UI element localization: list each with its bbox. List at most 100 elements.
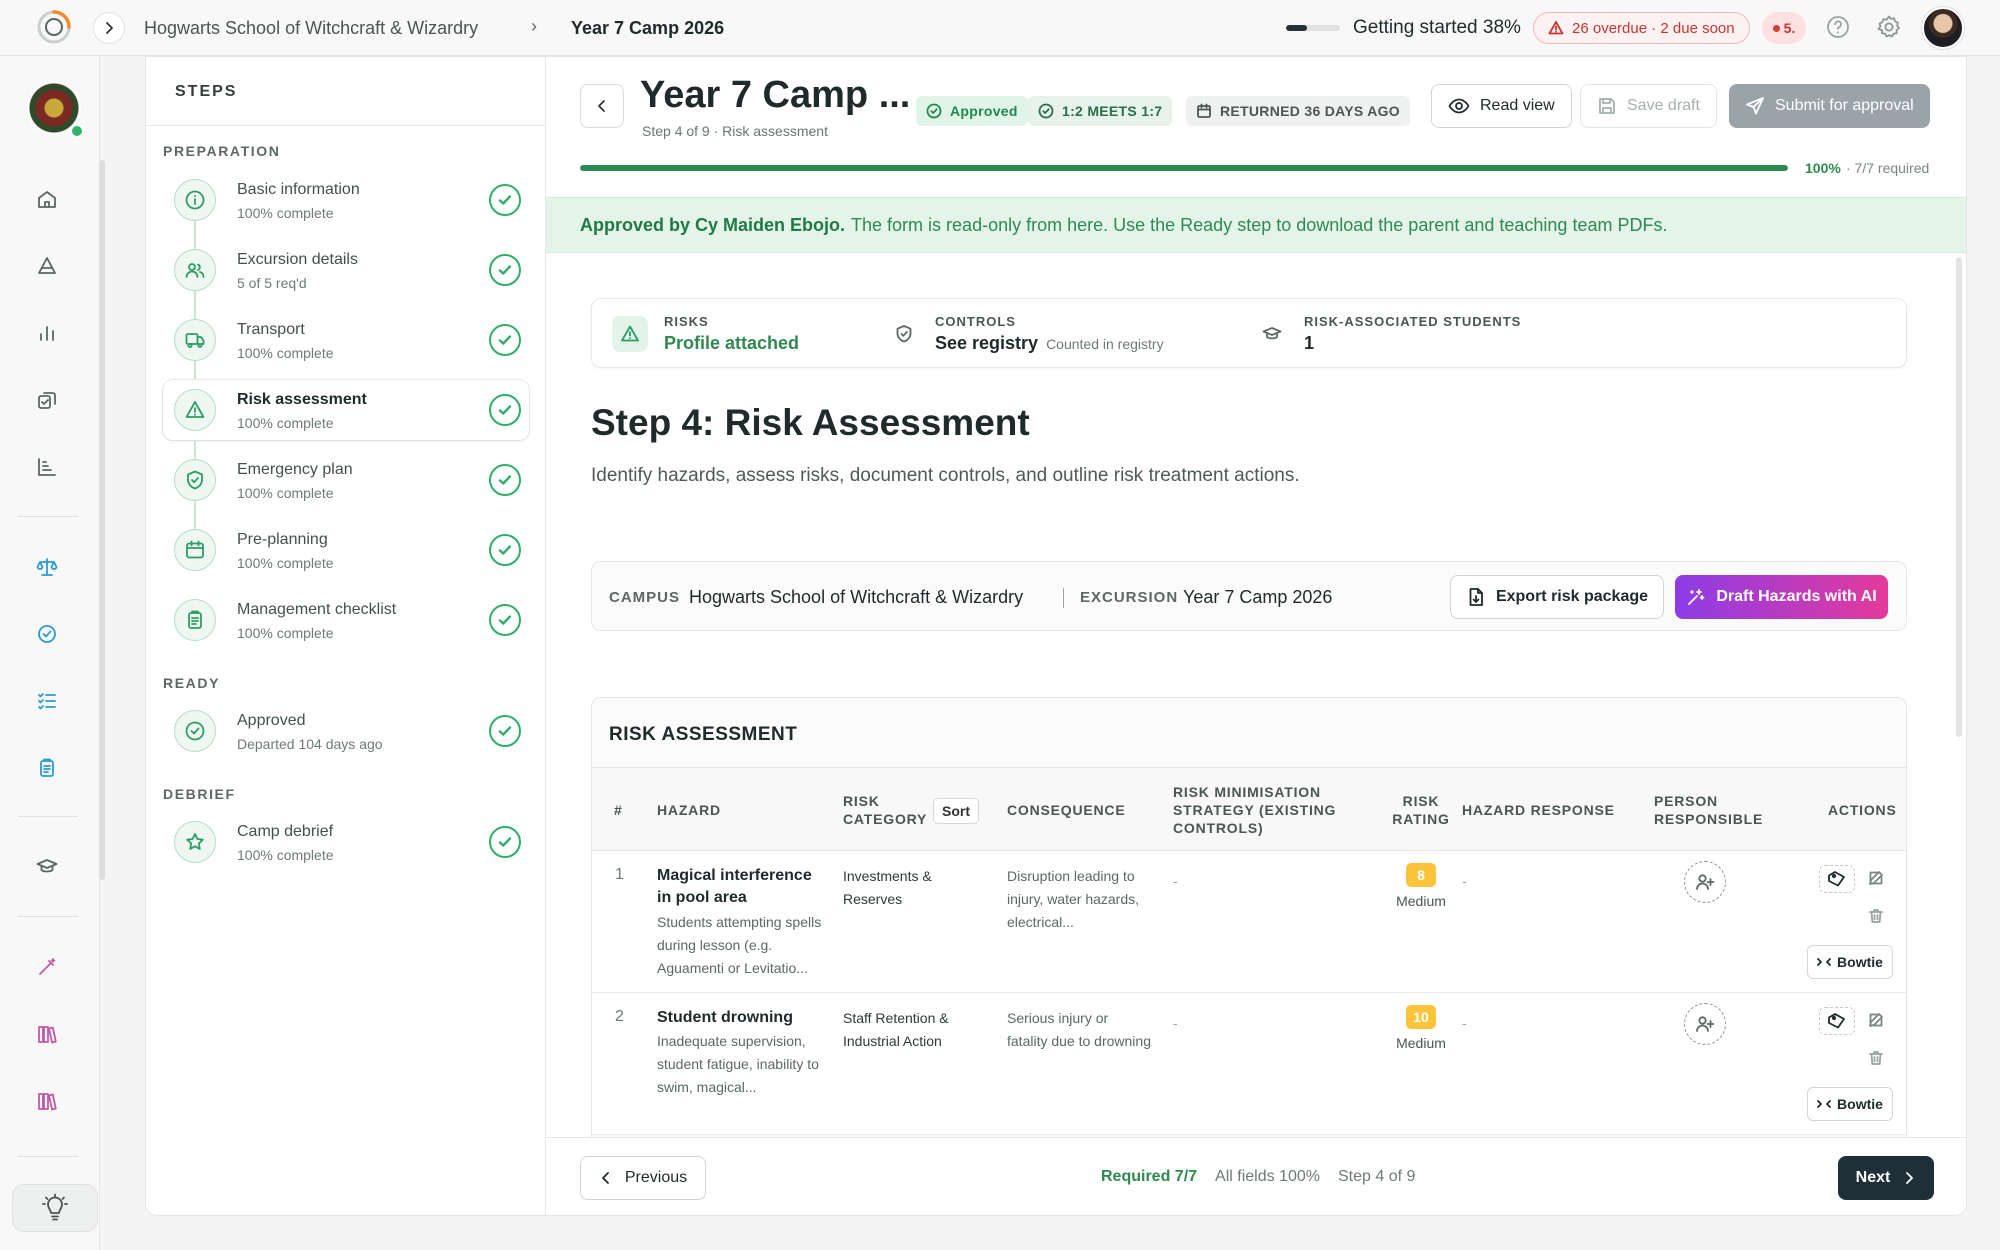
table-row[interactable]: 1 Magical interference in pool area Stud… [592,851,1906,993]
tag-button[interactable] [1819,865,1855,893]
getting-started-label[interactable]: Getting started 38% [1353,17,1521,39]
help-icon [1827,16,1849,38]
nav-forms[interactable] [32,753,62,783]
step-status: Step 4 of 9 [1337,1168,1416,1185]
delete-button[interactable] [1867,907,1885,925]
risk-rating: 8 Medium [1379,863,1463,909]
app-logo[interactable] [36,9,72,45]
scales-icon [36,558,58,576]
previous-label: Previous [624,1169,688,1186]
nav-home[interactable] [32,184,62,214]
next-button[interactable]: Next [1838,1156,1934,1200]
steps-divider [146,125,546,126]
user-avatar[interactable] [1922,7,1964,49]
row-number: 1 [615,866,624,883]
step-heading: Step 4: Risk Assessment [591,402,1030,443]
check-circle-icon [38,625,56,643]
step-status: 100% complete [237,555,334,571]
back-button[interactable] [580,84,624,128]
nav-checklists[interactable] [32,686,62,716]
sort-button[interactable]: Sort [933,798,979,824]
nav-tasks[interactable] [32,385,62,415]
step-item-pre-planning[interactable]: Pre-planning 100% complete [163,520,529,580]
settings-button[interactable] [1876,14,1902,40]
status-badge-approved: Approved [916,96,1028,126]
summary-students-value[interactable]: 1 [1304,333,1314,354]
graduation-cap-icon [36,859,58,873]
edit-button[interactable] [1867,1011,1885,1029]
sparkles-icon [1688,589,1705,605]
step-item-transport[interactable]: Transport 100% complete [163,310,529,370]
check-icon [489,604,521,636]
previous-button[interactable]: Previous [580,1156,706,1200]
nav-compliance[interactable] [32,552,62,582]
nav-tools[interactable] [32,952,62,982]
notification-count: 5. [1783,20,1796,36]
step-name: Camp debrief [237,823,334,840]
assign-person-button[interactable] [1684,861,1726,903]
nav-resources[interactable] [32,1086,62,1116]
form-progress-fill [580,165,1788,171]
gear-icon [1877,15,1900,38]
delete-button[interactable] [1867,1049,1885,1067]
rail-divider [18,516,78,517]
tag-button[interactable] [1819,1007,1855,1035]
copy-check-icon [38,392,56,409]
getting-started-progress-bar [1286,25,1340,31]
help-button[interactable] [1825,14,1851,40]
nav-analytics[interactable] [32,452,62,482]
step-item-risk-assessment[interactable]: Risk assessment 100% complete [163,380,529,440]
table-header: # HAZARD RISK CATEGORY Sort CONSEQUENCE … [592,767,1906,851]
column-header-category: RISK CATEGORY [843,793,928,827]
wand-icon [39,958,56,975]
overdue-badge[interactable]: 26 overdue · 2 due soon [1533,12,1750,44]
export-risk-package-button[interactable]: Export risk package [1450,575,1664,619]
risk-level: Medium [1396,1035,1446,1051]
submit-for-approval-button[interactable]: Submit for approval [1729,84,1930,128]
step-name: Transport [237,321,305,338]
step-status: 100% complete [237,485,334,501]
nav-students[interactable] [32,852,62,882]
content-scrollbar[interactable] [1956,257,1962,737]
draft-hazards-ai-button[interactable]: Draft Hazards with AI [1675,575,1888,619]
books-icon [38,1026,57,1044]
sidebar-toggle-button[interactable] [93,12,125,44]
step-item-management-checklist[interactable]: Management checklist 100% complete [163,590,529,650]
breadcrumb-school[interactable]: Hogwarts School of Witchcraft & Wizardry [144,18,478,39]
read-view-button[interactable]: Read view [1431,84,1572,128]
row-category: Staff Retention & Industrial Action [843,1010,949,1049]
nav-library[interactable] [32,1019,62,1049]
risk-table-title: RISK ASSESSMENT [609,724,798,745]
bowtie-button[interactable]: Bowtie [1807,1087,1893,1121]
getting-started-progress-fill [1286,25,1307,31]
top-bar: Hogwarts School of Witchcraft & Wizardry… [0,0,2000,56]
step-status: 5 of 5 req'd [237,275,307,291]
footer-status: Required 7/7 All fields 100% Step 4 of 9 [1101,1168,1415,1186]
step-item-camp-debrief[interactable]: Camp debrief 100% complete [163,812,529,872]
step-status: 100% complete [237,345,334,361]
column-header-rating: RISK RATING [1392,793,1450,827]
nav-approvals[interactable] [32,619,62,649]
risk-level: Medium [1396,893,1446,909]
step-item-emergency-plan[interactable]: Emergency plan 100% complete [163,450,529,510]
check-icon [489,324,521,356]
warning-icon [1548,21,1564,35]
step-name: Approved [237,712,306,729]
edit-button[interactable] [1867,869,1885,887]
bowtie-button[interactable]: Bowtie [1807,945,1893,979]
group-label-ready: READY [163,675,221,691]
table-row[interactable]: 2 Student drowning Inadequate supervisio… [592,993,1906,1135]
nav-reports[interactable] [32,318,62,348]
nav-alerts[interactable] [32,251,62,281]
summary-controls-value[interactable]: See registry [935,333,1038,353]
rail-scrollbar[interactable] [99,160,105,880]
steps-title: STEPS [175,83,238,100]
step-item-approved[interactable]: Approved Departed 104 days ago [163,701,529,761]
notifications-badge[interactable]: 5. [1762,12,1806,44]
step-item-excursion-details[interactable]: Excursion details 5 of 5 req'd [163,240,529,300]
tips-button[interactable] [12,1184,98,1232]
save-draft-button[interactable]: Save draft [1580,84,1717,128]
assign-person-button[interactable] [1684,1003,1726,1045]
step-item-basic-information[interactable]: Basic information 100% complete [163,170,529,230]
summary-risks-value[interactable]: Profile attached [664,333,799,354]
